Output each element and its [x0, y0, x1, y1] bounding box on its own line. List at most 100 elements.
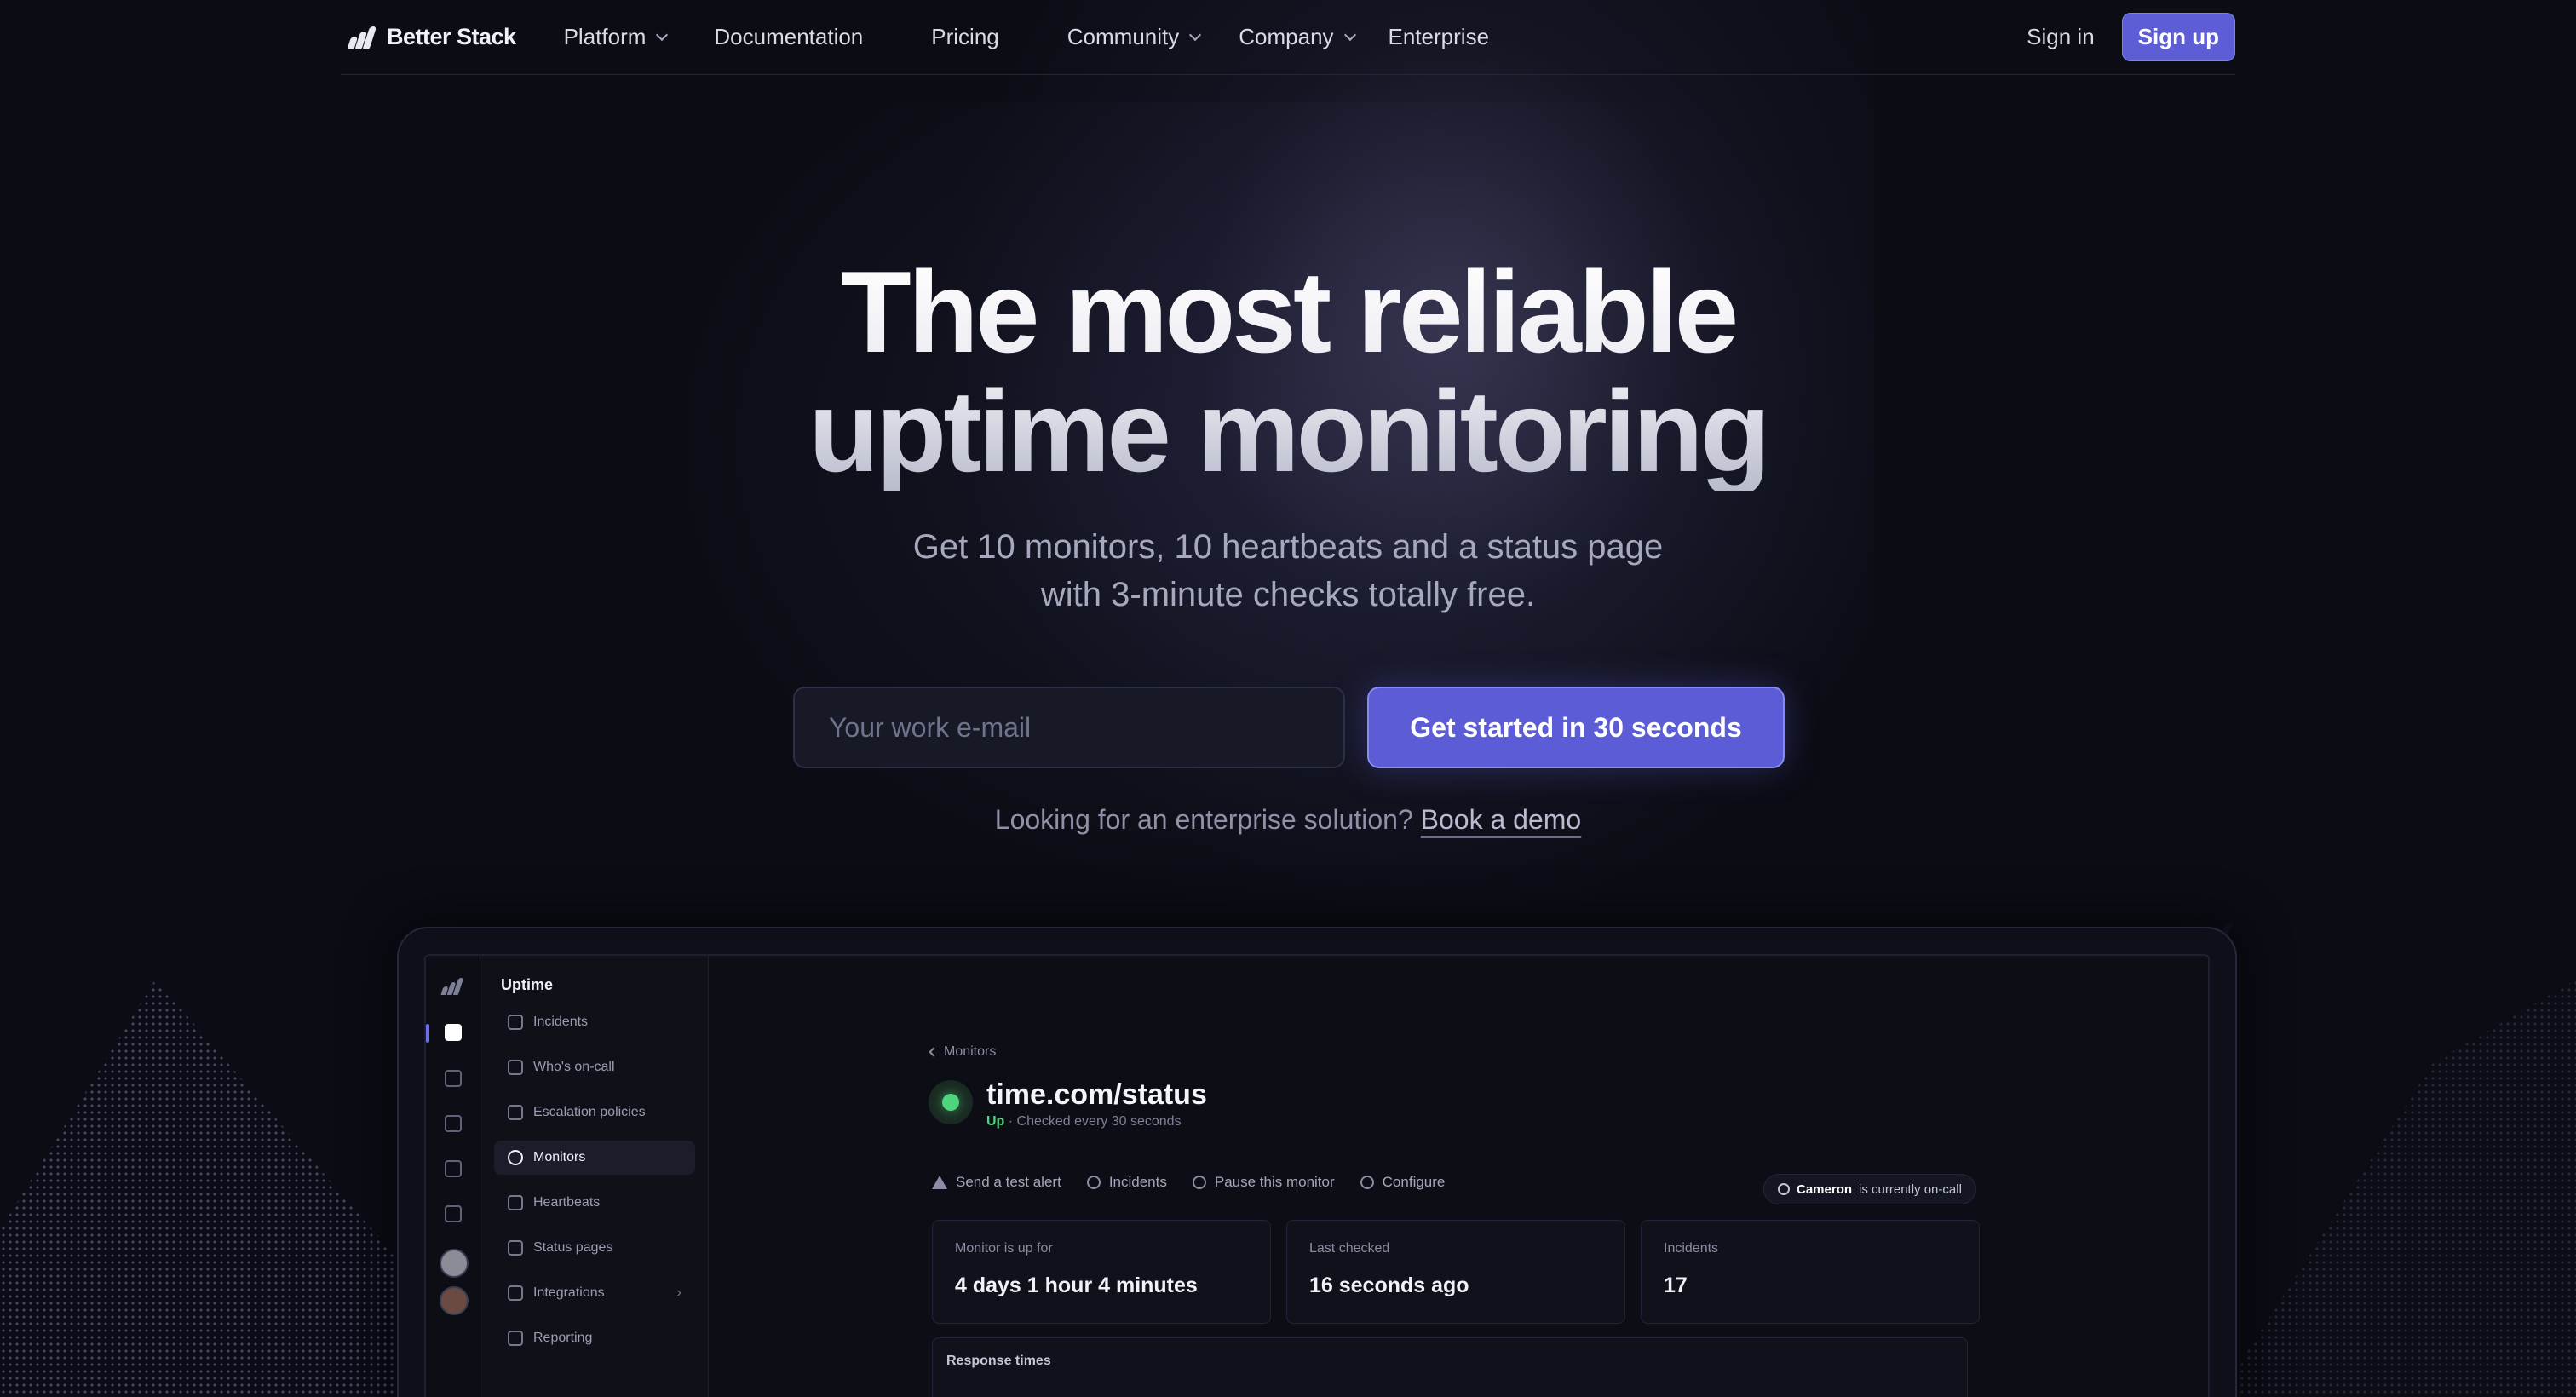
- monitor-title: time.com/status: [986, 1078, 1207, 1111]
- refresh-icon: [508, 1195, 523, 1210]
- uptime-card: Monitor is up for 4 days 1 hour 4 minute…: [932, 1220, 1271, 1324]
- enterprise-text: Looking for an enterprise solution?: [994, 804, 1413, 835]
- card-label: Monitor is up for: [955, 1241, 1053, 1256]
- get-started-button[interactable]: Get started in 30 seconds: [1367, 687, 1785, 768]
- book-demo-link[interactable]: Book a demo: [1421, 804, 1582, 835]
- hero-title-line-2: uptime monitoring: [808, 366, 1768, 496]
- sidebar-item-label: Escalation policies: [533, 1105, 646, 1119]
- sidebar-item-reporting[interactable]: Reporting: [494, 1321, 695, 1355]
- hero-subtitle: Get 10 monitors, 10 heartbeats and a sta…: [0, 523, 2576, 618]
- broadcast-icon: [508, 1240, 523, 1256]
- brand-name: Better Stack: [387, 24, 516, 49]
- action-label: Incidents: [1108, 1174, 1167, 1190]
- card-value: 4 days 1 hour 4 minutes: [955, 1273, 1198, 1297]
- sign-in-link[interactable]: Sign in: [2027, 24, 2095, 50]
- nav-links: Platform Documentation Pricing Community…: [564, 24, 1537, 50]
- app-preview: Uptime Incidents Who's on-call Escalatio…: [424, 954, 2210, 1397]
- sidebar-item-label: Status pages: [533, 1240, 613, 1255]
- sidebar-item-label: Incidents: [533, 1015, 589, 1029]
- on-call-badge[interactable]: Cameron is currently on-call: [1763, 1174, 1976, 1204]
- nav-item-company[interactable]: Company: [1239, 24, 1356, 50]
- chevron-left-icon: [929, 1047, 939, 1057]
- app-icon-rail: [426, 956, 480, 1397]
- active-indicator: [426, 1024, 429, 1043]
- shield-icon: [1086, 1176, 1101, 1189]
- incidents-card: Incidents 17: [1641, 1220, 1980, 1324]
- sidebar-item-label: Reporting: [533, 1331, 593, 1345]
- dotted-decoration-right: [2218, 980, 2576, 1397]
- sidebar-item-on-call[interactable]: Who's on-call: [494, 1050, 695, 1084]
- better-stack-logo-icon: [347, 26, 378, 49]
- card-value: 17: [1664, 1273, 1688, 1297]
- chevron-down-icon: [1189, 28, 1202, 41]
- top-navigation: Better Stack Platform Documentation Pric…: [341, 0, 2235, 75]
- avatar[interactable]: [440, 1249, 469, 1278]
- breadcrumb[interactable]: Monitors: [929, 1044, 997, 1060]
- sidebar-item-monitors[interactable]: Monitors: [494, 1141, 695, 1175]
- sidebar-item-status-pages[interactable]: Status pages: [494, 1231, 695, 1265]
- alert-icon[interactable]: [445, 1115, 462, 1132]
- sidebar-item-heartbeats[interactable]: Heartbeats: [494, 1186, 695, 1220]
- sidebar-item-escalation-policies[interactable]: Escalation policies: [494, 1095, 695, 1130]
- user-icon: [1778, 1183, 1790, 1195]
- enterprise-prompt: Looking for an enterprise solution? Book…: [0, 804, 2576, 836]
- panel-title: Response times: [946, 1354, 1051, 1368]
- nav-item-label: Platform: [563, 24, 647, 49]
- sidebar-title: Uptime: [501, 976, 554, 993]
- pause-icon: [1192, 1176, 1206, 1189]
- dashboard-icon[interactable]: [445, 1160, 462, 1177]
- response-times-panel: Response times: [932, 1337, 1968, 1397]
- dotted-decoration-left: [0, 980, 409, 1397]
- uptime-icon[interactable]: [445, 1024, 462, 1041]
- avatar[interactable]: [440, 1286, 469, 1315]
- sidebar-item-incidents[interactable]: Incidents: [494, 1005, 695, 1039]
- action-label: Configure: [1382, 1174, 1446, 1190]
- send-test-alert-button[interactable]: Send a test alert: [932, 1174, 1061, 1191]
- app-sidebar: Uptime Incidents Who's on-call Escalatio…: [480, 956, 709, 1397]
- sign-up-button[interactable]: Sign up: [2121, 13, 2235, 61]
- sidebar-item-integrations[interactable]: Integrations ›: [494, 1276, 695, 1310]
- list-icon: [508, 1105, 523, 1120]
- pause-monitor-button[interactable]: Pause this monitor: [1192, 1174, 1335, 1191]
- card-label: Last checked: [1309, 1241, 1390, 1256]
- card-label: Incidents: [1664, 1241, 1719, 1256]
- nav-item-label: Community: [1067, 24, 1180, 49]
- app-logo-icon: [440, 978, 465, 995]
- signup-form: Get started in 30 seconds: [793, 687, 1785, 768]
- chart-icon: [508, 1331, 523, 1346]
- monitor-status: Up · Checked every 30 seconds: [986, 1114, 1182, 1130]
- sidebar-item-label: Heartbeats: [533, 1195, 601, 1210]
- docs-icon[interactable]: [445, 1205, 462, 1222]
- brand-logo[interactable]: Better Stack: [347, 24, 516, 50]
- logs-icon[interactable]: [445, 1070, 462, 1087]
- sidebar-item-label: Integrations: [533, 1285, 605, 1300]
- breadcrumb-label: Monitors: [944, 1044, 997, 1059]
- nav-item-label: Enterprise: [1388, 24, 1490, 49]
- sidebar-item-label: Who's on-call: [533, 1060, 615, 1074]
- nav-item-platform[interactable]: Platform: [563, 24, 669, 50]
- nav-item-label: Company: [1239, 24, 1334, 49]
- action-label: Send a test alert: [956, 1174, 1061, 1190]
- nav-item-label: Documentation: [714, 24, 864, 49]
- status-badge: Up: [986, 1114, 1005, 1129]
- incidents-button[interactable]: Incidents: [1086, 1174, 1167, 1191]
- warning-icon: [932, 1176, 947, 1189]
- nav-item-label: Pricing: [931, 24, 999, 49]
- chevron-right-icon: ›: [676, 1285, 681, 1300]
- nav-item-enterprise[interactable]: Enterprise: [1389, 24, 1490, 50]
- action-label: Pause this monitor: [1214, 1174, 1335, 1190]
- last-checked-card: Last checked 16 seconds ago: [1286, 1220, 1625, 1324]
- nav-item-community[interactable]: Community: [1067, 24, 1202, 50]
- chevron-down-icon: [1343, 28, 1356, 41]
- monitor-detail: Monitors time.com/status Up · Checked ev…: [709, 956, 2208, 1397]
- shield-icon: [508, 1015, 523, 1030]
- gear-icon: [1360, 1176, 1374, 1189]
- on-call-name: Cameron: [1797, 1181, 1853, 1197]
- nav-item-documentation[interactable]: Documentation: [714, 24, 863, 50]
- card-value: 16 seconds ago: [1309, 1273, 1469, 1297]
- status-dot-icon: [942, 1094, 959, 1111]
- on-call-text: is currently on-call: [1859, 1181, 1962, 1197]
- nav-item-pricing[interactable]: Pricing: [931, 24, 998, 50]
- configure-button[interactable]: Configure: [1360, 1174, 1446, 1191]
- email-field[interactable]: [793, 687, 1345, 768]
